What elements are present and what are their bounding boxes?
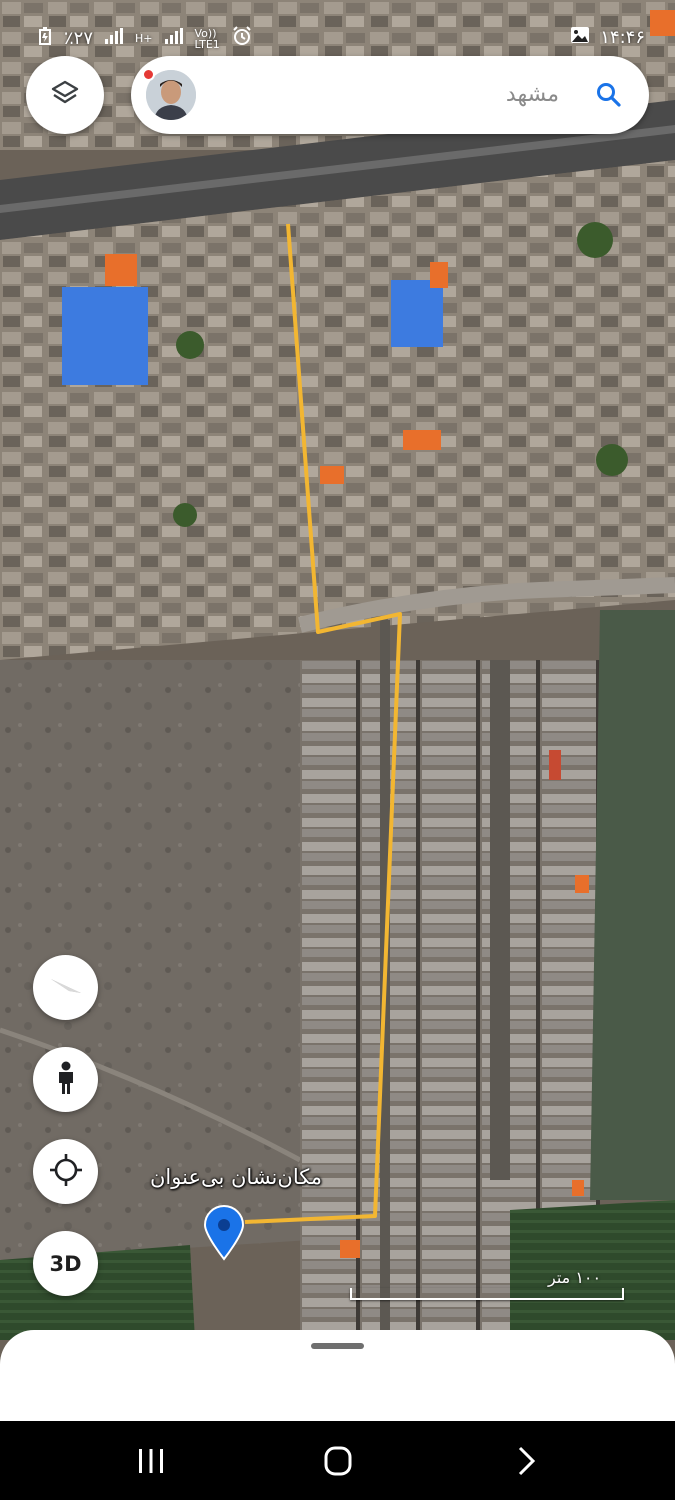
clock: ۱۴:۴۶ [600, 27, 645, 48]
sheet-drag-handle[interactable] [311, 1343, 364, 1349]
home-icon[interactable] [323, 1443, 353, 1479]
pin-label[interactable]: مکان‌نشان بی‌عنوان [150, 1165, 322, 1189]
signal-icon-2 [164, 28, 183, 49]
status-bar: ٪۲۷ H+ Vo)) LTE1 ۱۴:۴۶ [0, 22, 675, 56]
system-nav-bar [0, 1421, 675, 1500]
scale-label: ۱۰۰ متر [548, 1268, 602, 1287]
my-location-button[interactable] [33, 1139, 98, 1204]
bottom-sheet[interactable] [0, 1330, 675, 1422]
satellite-map[interactable] [0, 0, 675, 1420]
view-3d-label: 3D [49, 1251, 82, 1276]
compass-button[interactable] [33, 955, 98, 1020]
battery-level: ٪۲۷ [64, 28, 94, 49]
location-pin-icon [203, 1205, 245, 1261]
notification-dot [142, 68, 155, 81]
street-view-button[interactable] [33, 1047, 98, 1112]
search-input[interactable]: مشهد [506, 76, 559, 114]
layers-button[interactable] [26, 56, 104, 134]
signal-icon [105, 28, 124, 49]
recents-icon[interactable] [138, 1443, 164, 1479]
back-icon[interactable] [516, 1443, 538, 1479]
layers-icon [50, 78, 80, 112]
lte-indicator: Vo)) LTE1 [195, 28, 220, 50]
compass-icon [45, 965, 87, 1011]
alarm-icon [232, 26, 252, 51]
my-location-icon [48, 1152, 84, 1192]
scale-bar [350, 1288, 624, 1300]
gallery-icon [570, 26, 590, 49]
view-3d-button[interactable]: 3D [33, 1231, 98, 1296]
dropped-pin[interactable] [203, 1205, 245, 1261]
network-type: H+ [135, 32, 153, 45]
lte-label: LTE1 [194, 37, 220, 51]
pegman-icon [54, 1061, 78, 1099]
volte-label: Vo)) [194, 26, 217, 40]
search-bar[interactable]: مشهد [131, 56, 649, 134]
battery-icon [38, 27, 52, 50]
search-icon[interactable] [595, 81, 623, 109]
map-imagery [0, 0, 675, 1340]
